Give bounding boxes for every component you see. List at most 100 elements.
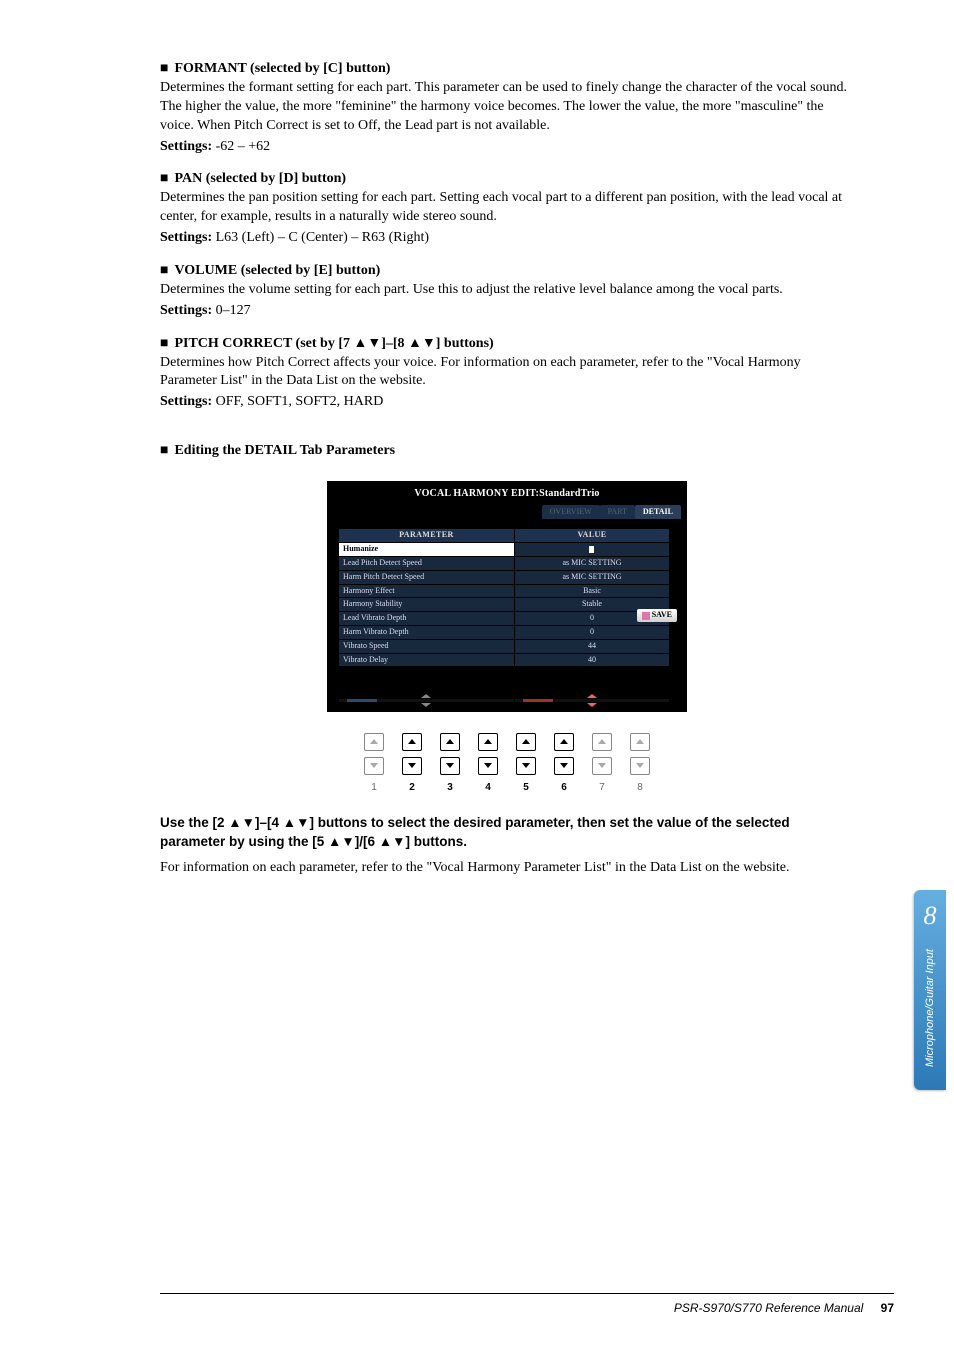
tab-part[interactable]: PART (600, 505, 635, 520)
volume-settings-label: Settings: (160, 303, 212, 318)
section-pitch: ■ PITCH CORRECT (set by [7 ▲▼]–[8 ▲▼] bu… (160, 335, 854, 413)
down-button-6[interactable] (554, 757, 574, 775)
bullet-icon: ■ (160, 262, 168, 281)
section-formant: ■ FORMANT (selected by [C] button) Deter… (160, 60, 854, 156)
page-footer: PSR-S970/S770 Reference Manual 97 (160, 1293, 894, 1316)
button-number-label: 7 (599, 781, 605, 795)
page-number: 97 (881, 1301, 894, 1315)
value-cell: Basic (515, 585, 670, 598)
param-cell: Lead Pitch Detect Speed (339, 557, 514, 570)
button-number-label: 8 (637, 781, 643, 795)
button-column-3: 3 (440, 733, 460, 795)
formant-settings-value: -62 – +62 (212, 139, 270, 154)
formant-body: Determines the formant setting for each … (160, 79, 854, 136)
down-button-8 (630, 757, 650, 775)
button-number-label: 5 (523, 781, 529, 795)
pitch-settings-label: Settings: (160, 394, 212, 409)
pitch-body: Determines how Pitch Correct affects you… (160, 354, 854, 392)
screenshot-wrapper: VOCAL HARMONY EDIT:StandardTrio OVERVIEW… (160, 481, 854, 712)
button-number-label: 1 (371, 781, 377, 795)
up-button-6[interactable] (554, 733, 574, 751)
col-header-value: VALUE (515, 529, 670, 542)
down-arrow-icon (587, 703, 597, 707)
button-column-4: 4 (478, 733, 498, 795)
down-button-2[interactable] (402, 757, 422, 775)
value-cell: 0 (515, 626, 670, 639)
pan-body: Determines the pan position setting for … (160, 189, 854, 227)
screenshot-tabs: OVERVIEW PART DETAIL (333, 505, 681, 520)
table-row[interactable]: Vibrato Delay40 (339, 654, 675, 667)
down-button-4[interactable] (478, 757, 498, 775)
value-cell: 44 (515, 640, 670, 653)
param-cell: Harm Vibrato Depth (339, 626, 514, 639)
table-row[interactable]: Lead Vibrato Depth0 (339, 612, 675, 625)
chapter-sidetab: 8 Microphone/Guitar Input (914, 890, 946, 1090)
volume-heading: VOLUME (selected by [E] button) (174, 262, 380, 281)
button-column-8: 8 (630, 733, 650, 795)
value-scroll-track[interactable] (515, 699, 670, 702)
volume-settings-value: 0–127 (212, 303, 251, 318)
table-row[interactable]: Harmony StabilityStable (339, 598, 675, 611)
tab-detail[interactable]: DETAIL (635, 505, 681, 520)
pan-settings-label: Settings: (160, 230, 212, 245)
up-button-7 (592, 733, 612, 751)
bullet-icon: ■ (160, 442, 168, 461)
down-button-1 (364, 757, 384, 775)
value-cell: as MIC SETTING (515, 571, 670, 584)
up-button-3[interactable] (440, 733, 460, 751)
param-cell: Vibrato Speed (339, 640, 514, 653)
pan-settings-value: L63 (Left) – C (Center) – R63 (Right) (212, 230, 429, 245)
tab-overview[interactable]: OVERVIEW (542, 505, 600, 520)
button-column-6: 6 (554, 733, 574, 795)
screenshot-title: VOCAL HARMONY EDIT:StandardTrio (333, 487, 681, 501)
up-button-8 (630, 733, 650, 751)
detail-heading-row: ■ Editing the DETAIL Tab Parameters (160, 442, 854, 461)
screenshot-table: PARAMETER VALUE HumanizeLead Pitch Detec… (333, 529, 681, 702)
bullet-icon: ■ (160, 60, 168, 79)
button-number-label: 4 (485, 781, 491, 795)
button-column-5: 5 (516, 733, 536, 795)
value-cell: 40 (515, 654, 670, 667)
manual-title: PSR-S970/S770 Reference Manual (674, 1301, 863, 1315)
table-row[interactable]: Humanize (339, 543, 675, 556)
pitch-heading: PITCH CORRECT (set by [7 ▲▼]–[8 ▲▼] butt… (174, 335, 493, 354)
down-button-3[interactable] (440, 757, 460, 775)
button-number-label: 2 (409, 781, 415, 795)
button-number-label: 6 (561, 781, 567, 795)
detail-heading: Editing the DETAIL Tab Parameters (174, 442, 395, 461)
up-arrow-icon (587, 694, 597, 698)
chapter-label: Microphone/Guitar Input (923, 949, 938, 1067)
save-button[interactable]: SAVE (637, 609, 677, 622)
down-arrow-icon (421, 703, 431, 707)
param-cell: Lead Vibrato Depth (339, 612, 514, 625)
section-pan: ■ PAN (selected by [D] button) Determine… (160, 170, 854, 248)
param-scroll-track[interactable] (339, 699, 514, 702)
button-strip: 1 2 3 4 5 6 7 8 (160, 732, 854, 794)
formant-settings-label: Settings: (160, 139, 212, 154)
param-cell: Harm Pitch Detect Speed (339, 571, 514, 584)
save-label: SAVE (652, 610, 672, 621)
table-row[interactable]: Vibrato Speed44 (339, 640, 675, 653)
button-column-2: 2 (402, 733, 422, 795)
table-row[interactable]: Harmony EffectBasic (339, 585, 675, 598)
up-button-1 (364, 733, 384, 751)
table-row[interactable]: Harm Vibrato Depth0 (339, 626, 675, 639)
instruction-body: For information on each parameter, refer… (160, 859, 854, 878)
up-button-2[interactable] (402, 733, 422, 751)
value-cell (515, 543, 670, 556)
formant-heading: FORMANT (selected by [C] button) (174, 60, 390, 79)
instruction-heading: Use the [2 ▲▼]–[4 ▲▼] buttons to select … (160, 814, 854, 850)
up-button-5[interactable] (516, 733, 536, 751)
param-cell: Humanize (339, 543, 514, 556)
table-row[interactable]: Lead Pitch Detect Speedas MIC SETTING (339, 557, 675, 570)
section-volume: ■ VOLUME (selected by [E] button) Determ… (160, 262, 854, 321)
bullet-icon: ■ (160, 170, 168, 189)
volume-body: Determines the volume setting for each p… (160, 281, 854, 300)
down-button-5[interactable] (516, 757, 536, 775)
screenshot-panel: VOCAL HARMONY EDIT:StandardTrio OVERVIEW… (327, 481, 687, 712)
value-cell: as MIC SETTING (515, 557, 670, 570)
table-row[interactable]: Harm Pitch Detect Speedas MIC SETTING (339, 571, 675, 584)
up-button-4[interactable] (478, 733, 498, 751)
chapter-number: 8 (914, 898, 946, 933)
down-button-7 (592, 757, 612, 775)
